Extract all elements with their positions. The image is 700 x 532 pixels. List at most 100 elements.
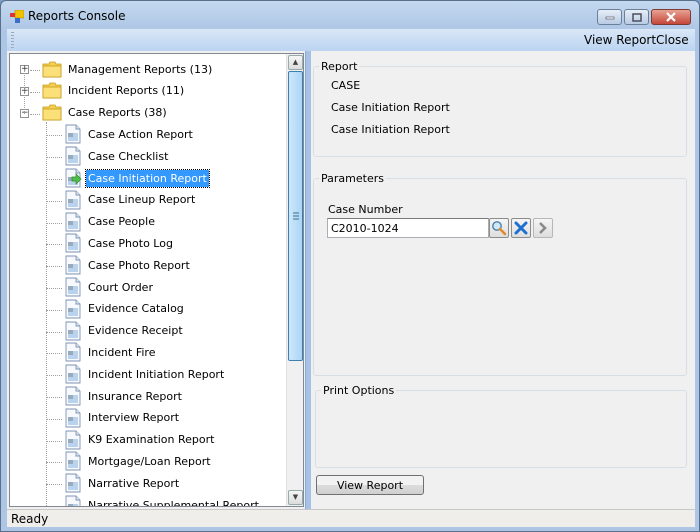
folder-icon	[42, 61, 62, 77]
tree-report-label: Narrative Report	[88, 476, 180, 490]
tree-report-item[interactable]: Court Order	[64, 276, 155, 298]
tree-connector-line	[46, 222, 62, 224]
tree-connector-line	[46, 266, 62, 268]
report-document-icon	[65, 342, 81, 362]
tree-connector-line	[30, 70, 40, 71]
next-button[interactable]	[533, 218, 553, 238]
title-bar[interactable]: Reports Console	[1, 1, 699, 31]
tree-report-item[interactable]: Case Checklist	[64, 145, 170, 167]
splitter[interactable]	[305, 51, 311, 509]
tree-report-label: Incident Fire	[88, 345, 156, 359]
close-icon	[666, 12, 676, 22]
toolbar-grip[interactable]	[11, 32, 14, 48]
tree-folder[interactable]: Incident Reports (11)	[42, 80, 186, 102]
report-name: Case Initiation Report	[331, 101, 450, 114]
tree-report-item[interactable]: Case Initiation Report	[64, 167, 210, 189]
tree-report-label: Case Action Report	[88, 127, 193, 141]
close-window-button[interactable]	[651, 9, 691, 25]
tree-report-item[interactable]: Incident Fire	[64, 341, 157, 363]
report-category: CASE	[331, 79, 361, 92]
clear-case-button[interactable]	[511, 218, 531, 238]
tree-report-item[interactable]: Case Photo Report	[64, 254, 192, 276]
tree-report-label: Evidence Receipt	[88, 324, 183, 338]
menu-view-report[interactable]: View Report	[584, 33, 656, 47]
tree-connector-line	[46, 179, 62, 180]
report-tree[interactable]: ▲ ▼ Management Reports (13) + Incident Rep…	[9, 53, 304, 507]
tree-report-item[interactable]: Case Lineup Report	[64, 189, 197, 211]
report-document-icon	[65, 408, 81, 428]
parameters-group-legend: Parameters	[319, 172, 386, 185]
tree-folder[interactable]: Case Reports (38)	[42, 102, 169, 124]
view-report-button[interactable]: View Report	[316, 475, 424, 495]
tree-connector-line	[46, 288, 62, 289]
tree-connector-line	[46, 506, 62, 507]
search-case-button[interactable]	[489, 218, 509, 238]
case-number-input[interactable]	[327, 218, 489, 238]
tree-report-label: Mortgage/Loan Report	[88, 454, 211, 468]
folder-icon	[42, 82, 62, 99]
print-options-group: Print Options	[315, 384, 687, 468]
scroll-up-button[interactable]: ▲	[288, 55, 303, 70]
tree-connector-line	[46, 331, 62, 333]
scroll-thumb[interactable]	[288, 71, 303, 361]
tree-report-item[interactable]: Insurance Report	[64, 385, 184, 407]
tree-report-item[interactable]: Evidence Catalog	[64, 298, 186, 320]
tree-report-label: Case Initiation Report	[85, 168, 210, 188]
tree-connector-line	[46, 418, 62, 420]
minimize-button[interactable]	[597, 9, 622, 25]
tree-report-item[interactable]: Case Photo Log	[64, 232, 175, 254]
tree-report-item[interactable]: Case People	[64, 211, 157, 233]
tree-report-label: Case Lineup Report	[88, 193, 196, 207]
print-options-legend: Print Options	[321, 384, 397, 397]
report-document-icon	[65, 386, 81, 406]
report-document-icon	[65, 495, 81, 506]
tree-connector-line	[46, 353, 62, 355]
report-document-icon	[65, 451, 81, 471]
report-document-icon	[65, 233, 81, 253]
tree-report-label: Incident Initiation Report	[88, 367, 225, 381]
tree-report-label: Case People	[88, 215, 155, 229]
tree-connector-line	[46, 157, 62, 159]
minimize-icon	[605, 16, 614, 20]
report-document-icon	[65, 473, 81, 493]
tree-connector-line	[46, 484, 62, 486]
tree-report-item[interactable]: Narrative Supplemental Report	[64, 494, 261, 506]
tree-report-item[interactable]: Narrative Report	[64, 472, 181, 494]
report-description: Case Initiation Report	[331, 123, 450, 136]
folder-icon	[42, 104, 62, 121]
maximize-icon	[631, 12, 642, 22]
tree-report-label: Evidence Catalog	[88, 302, 184, 316]
clear-x-icon	[514, 221, 528, 235]
tree-report-item[interactable]: Mortgage/Loan Report	[64, 450, 213, 472]
chevron-right-icon	[539, 222, 547, 234]
scroll-down-button[interactable]: ▼	[288, 490, 303, 505]
tree-connector-line	[46, 462, 62, 464]
report-document-icon	[65, 299, 81, 319]
case-number-label: Case Number	[328, 203, 403, 216]
tree-report-item[interactable]: K9 Examination Report	[64, 429, 216, 451]
parameters-group: Parameters Case Number	[313, 172, 687, 376]
tree-report-label: K9 Examination Report	[88, 433, 215, 447]
tree-report-item[interactable]: Incident Initiation Report	[64, 363, 226, 385]
grip-icon	[293, 212, 299, 220]
menu-close[interactable]: Close	[656, 33, 689, 47]
report-document-icon	[65, 364, 81, 384]
tree-report-item[interactable]: Case Action Report	[64, 123, 195, 145]
tree-report-item[interactable]: Interview Report	[64, 407, 181, 429]
tree-connector-line	[24, 70, 25, 114]
client-area: ▲ ▼ Management Reports (13) + Incident Rep…	[7, 51, 695, 509]
tree-folder-label: Incident Reports (11)	[68, 84, 185, 98]
report-document-icon	[65, 212, 81, 232]
tree-scrollbar[interactable]: ▲ ▼	[286, 54, 303, 506]
tree-folder-label: Case Reports (38)	[68, 106, 167, 120]
report-document-icon	[65, 124, 81, 144]
maximize-button[interactable]	[624, 9, 649, 25]
tree-report-label: Interview Report	[88, 411, 180, 425]
tree-connector-line	[30, 91, 40, 93]
tree-folder[interactable]: Management Reports (13)	[42, 58, 214, 80]
tree-report-label: Case Photo Report	[88, 258, 190, 272]
report-group: Report CASE Case Initiation Report Case …	[313, 60, 687, 157]
status-bar: Ready	[7, 509, 695, 527]
tree-report-item[interactable]: Evidence Receipt	[64, 320, 185, 342]
tree-connector-line	[46, 135, 62, 137]
